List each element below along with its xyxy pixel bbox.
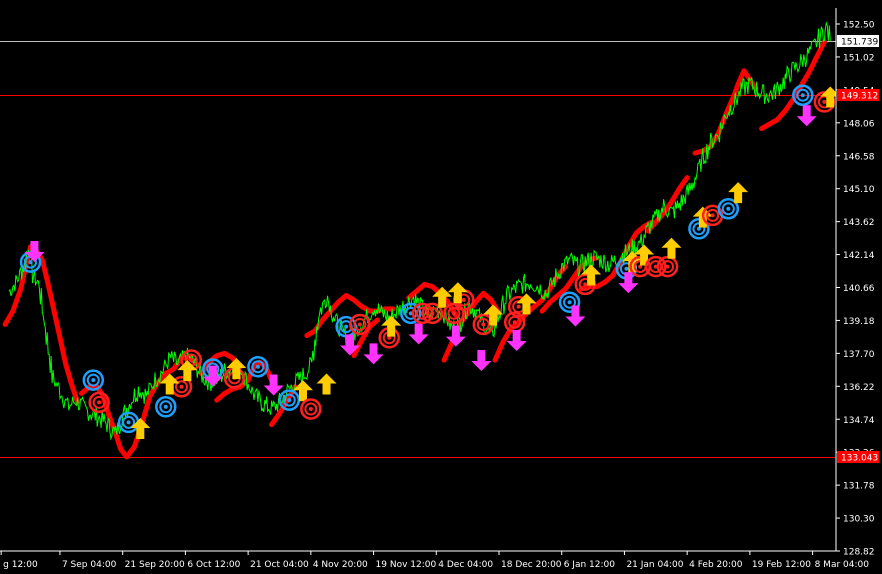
x-tick-label-13: 8 Mar 04:00 bbox=[815, 560, 870, 570]
x-tick-label-4: 21 Oct 04:00 bbox=[250, 560, 309, 570]
x-tick-label-9: 6 Jan 12:00 bbox=[564, 560, 616, 570]
x-tick-label-11: 4 Feb 20:00 bbox=[689, 560, 743, 570]
y-tick-label-3: 148.06 bbox=[843, 119, 875, 129]
y-tick-label-10: 137.70 bbox=[843, 350, 875, 360]
ring-center bbox=[800, 93, 805, 98]
ring-center bbox=[583, 282, 588, 287]
ring-center bbox=[255, 364, 260, 369]
ring-center bbox=[179, 384, 184, 389]
price-chart[interactable]: 152.50151.02149.54148.06146.58145.10143.… bbox=[0, 0, 882, 574]
ring-center bbox=[308, 407, 313, 412]
ring-center bbox=[287, 398, 292, 403]
y-tick-label-5: 145.10 bbox=[843, 185, 875, 195]
y-tick-label-9: 139.18 bbox=[843, 317, 875, 327]
ring-center bbox=[665, 264, 670, 269]
y-tick-label-16: 128.82 bbox=[843, 548, 875, 558]
ring-center bbox=[567, 300, 572, 305]
x-tick-label-2: 21 Sep 20:00 bbox=[125, 560, 185, 570]
y-tick-label-1: 151.02 bbox=[843, 53, 875, 63]
y-tick-label-8: 140.66 bbox=[843, 284, 875, 294]
ring-center bbox=[163, 404, 168, 409]
ring-center bbox=[512, 320, 517, 325]
y-tick-label-4: 146.58 bbox=[843, 152, 875, 162]
ring-center bbox=[126, 420, 131, 425]
chart-background bbox=[0, 0, 882, 574]
x-tick-label-7: 4 Dec 04:00 bbox=[438, 560, 493, 570]
y-tick-label-12: 134.74 bbox=[843, 416, 875, 426]
ring-center bbox=[28, 260, 33, 265]
price-tag-label-current: 151.739 bbox=[841, 38, 878, 48]
x-tick-label-8: 18 Dec 20:00 bbox=[501, 560, 562, 570]
price-tag-label-resistance: 149.312 bbox=[841, 92, 878, 102]
y-tick-label-14: 131.78 bbox=[843, 482, 875, 492]
x-tick-label-10: 21 Jan 04:00 bbox=[626, 560, 683, 570]
ring-center bbox=[481, 322, 486, 327]
ring-center bbox=[91, 378, 96, 383]
ring-center bbox=[189, 358, 194, 363]
y-tick-label-11: 136.22 bbox=[843, 383, 875, 393]
ring-center bbox=[430, 311, 435, 316]
y-tick-label-7: 142.14 bbox=[843, 251, 875, 261]
x-tick-label-12: 19 Feb 12:00 bbox=[752, 560, 811, 570]
price-tag-label-support: 133.043 bbox=[841, 454, 878, 464]
y-tick-label-0: 152.50 bbox=[843, 21, 875, 31]
x-tick-label-6: 19 Nov 12:00 bbox=[376, 560, 437, 570]
ring-center bbox=[344, 324, 349, 329]
ring-center bbox=[451, 311, 456, 316]
x-tick-label-1: 7 Sep 04:00 bbox=[62, 560, 117, 570]
ring-center bbox=[624, 266, 629, 271]
y-tick-label-6: 143.62 bbox=[843, 218, 875, 228]
ring-center bbox=[726, 206, 731, 211]
x-tick-label-0: g 12:00 bbox=[3, 560, 38, 570]
ring-center bbox=[97, 400, 102, 405]
x-tick-label-3: 6 Oct 12:00 bbox=[187, 560, 240, 570]
ring-center bbox=[710, 213, 715, 218]
x-tick-label-5: 4 Nov 20:00 bbox=[313, 560, 368, 570]
ring-center bbox=[822, 99, 827, 104]
ring-center bbox=[516, 304, 521, 309]
ring-center bbox=[461, 297, 466, 302]
ring-center bbox=[357, 322, 362, 327]
y-tick-label-15: 130.30 bbox=[843, 515, 875, 525]
